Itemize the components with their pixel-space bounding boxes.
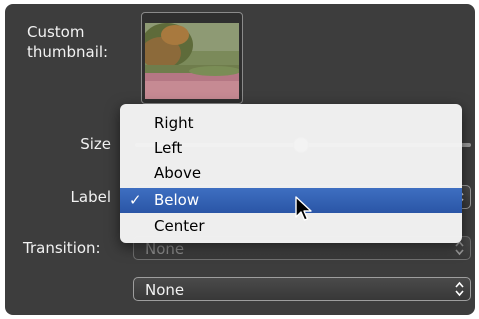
menu-item-left[interactable]: Left	[120, 136, 462, 161]
menu-item-center[interactable]: Center	[120, 214, 462, 239]
secondary-popup[interactable]: None	[133, 277, 471, 301]
custom-thumbnail-well[interactable]	[141, 12, 243, 104]
menu-item-label: Below	[154, 191, 200, 209]
size-label: Size	[80, 135, 111, 153]
menu-item-below[interactable]: ✓ Below	[120, 188, 462, 213]
transition-label: Transition:	[23, 239, 101, 257]
thumbnail-image	[145, 23, 239, 99]
custom-thumbnail-label-line1: Custom	[27, 23, 85, 41]
mouse-pointer-icon	[295, 196, 312, 221]
menu-item-label: Right	[154, 114, 194, 132]
menu-item-right[interactable]: Right	[120, 111, 462, 136]
menu-item-above[interactable]: Above	[120, 161, 462, 186]
popup-arrows-icon	[455, 281, 464, 297]
inspector-panel: Custom thumbnail: Size Label Transition:	[5, 4, 475, 315]
menu-item-label: Above	[154, 164, 202, 182]
secondary-popup-value: None	[145, 281, 185, 299]
label-position-label: Label	[70, 188, 111, 206]
checkmark-icon: ✓	[129, 191, 142, 209]
label-position-menu: Right Left Above ✓ Below Center	[120, 104, 462, 243]
custom-thumbnail-label-line2: thumbnail:	[27, 43, 109, 61]
menu-item-label: Left	[154, 139, 183, 157]
menu-item-label: Center	[154, 217, 205, 235]
